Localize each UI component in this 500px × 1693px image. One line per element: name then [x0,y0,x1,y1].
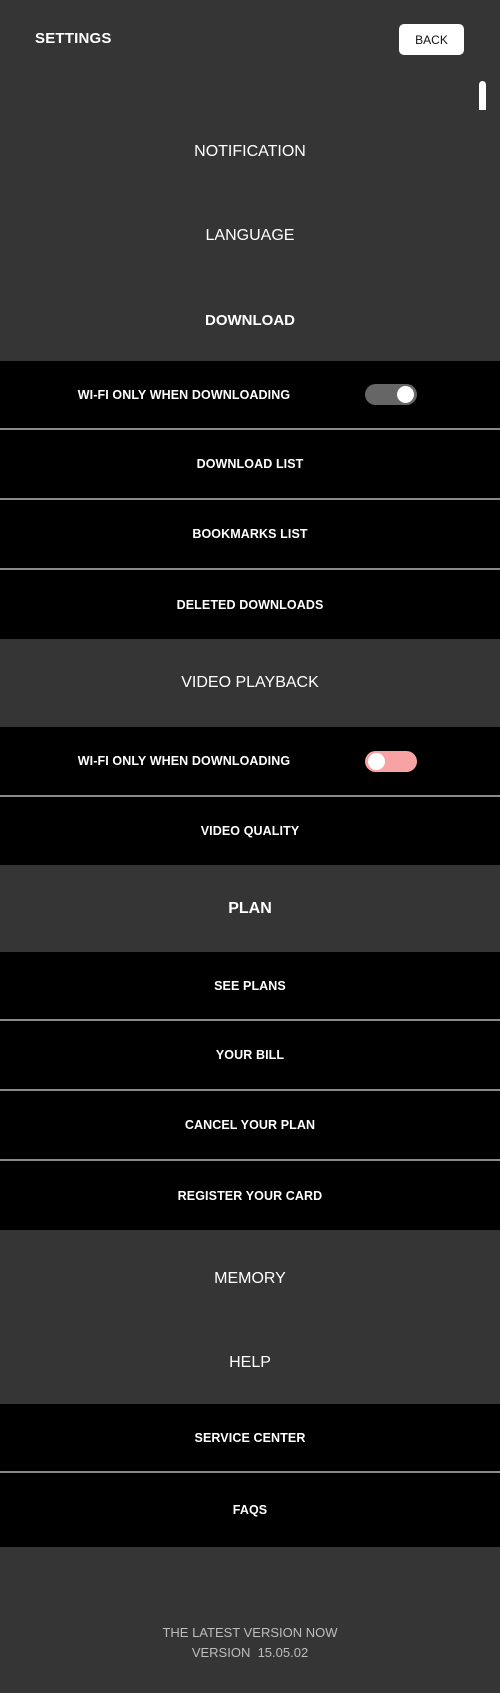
video-wifi-only-label: WI-FI ONLY WHEN DOWNLOADING [77,754,291,768]
language-label: LANGUAGE [205,227,295,244]
download-wifi-only-row: WI-FI ONLY WHEN DOWNLOADING [0,361,500,428]
your-bill-item[interactable]: YOUR BILL [0,1021,500,1089]
page-title: SETTINGS [35,30,112,47]
back-button[interactable]: BACK [399,24,464,55]
deleted-downloads-item[interactable]: DELETED DOWNLOADS [0,570,500,639]
memory-item[interactable]: MEMORY [0,1230,500,1327]
video-wifi-only-toggle[interactable] [365,750,417,772]
download-wifi-only-toggle[interactable] [365,384,417,405]
cancel-plan-label: CANCEL YOUR PLAN [184,1118,316,1132]
video-playback-label: VIDEO PLAYBACK [181,674,319,691]
language-item[interactable]: LANGUAGE [0,194,500,278]
version-info: THE LATEST VERSION NOW VERSION 15.05.02 [0,1623,500,1663]
notification-item[interactable]: NOTIFICATION [0,110,500,194]
faqs-item[interactable]: FAQS [0,1473,500,1547]
version-number: VERSION 15.05.02 [191,1645,309,1660]
plan-label: PLAN [228,899,272,917]
service-center-label: SERVICE CENTER [194,1430,306,1445]
service-center-item[interactable]: SERVICE CENTER [0,1404,500,1471]
video-playback-section-header: VIDEO PLAYBACK [0,639,500,727]
see-plans-item[interactable]: SEE PLANS [0,952,500,1019]
video-quality-label: VIDEO QUALITY [200,824,300,838]
cancel-plan-item[interactable]: CANCEL YOUR PLAN [0,1091,500,1159]
help-label: HELP [229,1354,271,1371]
toggle-knob [397,386,414,403]
video-quality-item[interactable]: VIDEO QUALITY [0,797,500,865]
register-card-item[interactable]: REGISTER YOUR CARD [0,1161,500,1230]
download-section-label: DOWNLOAD [205,311,295,329]
download-wifi-only-label: WI-FI ONLY WHEN DOWNLOADING [77,387,291,402]
faqs-label: FAQS [232,1503,268,1517]
your-bill-label: YOUR BILL [215,1048,285,1062]
register-card-label: REGISTER YOUR CARD [177,1188,323,1203]
download-list-label: DOWNLOAD LIST [196,457,304,471]
help-section-header: HELP [0,1321,500,1405]
toggle-knob [368,752,385,770]
latest-version-text: THE LATEST VERSION NOW [162,1625,338,1640]
bookmarks-list-label: BOOKMARKS LIST [192,527,308,541]
bookmarks-list-item[interactable]: BOOKMARKS LIST [0,500,500,568]
download-section-header: DOWNLOAD [0,278,500,362]
download-list-item[interactable]: DOWNLOAD LIST [0,430,500,498]
see-plans-label: SEE PLANS [214,978,286,993]
video-wifi-only-row: WI-FI ONLY WHEN DOWNLOADING [0,727,500,795]
memory-label: MEMORY [214,1269,286,1287]
plan-section-header: PLAN [0,865,500,952]
deleted-downloads-label: DELETED DOWNLOADS [176,597,324,612]
notification-label: NOTIFICATION [194,143,306,160]
